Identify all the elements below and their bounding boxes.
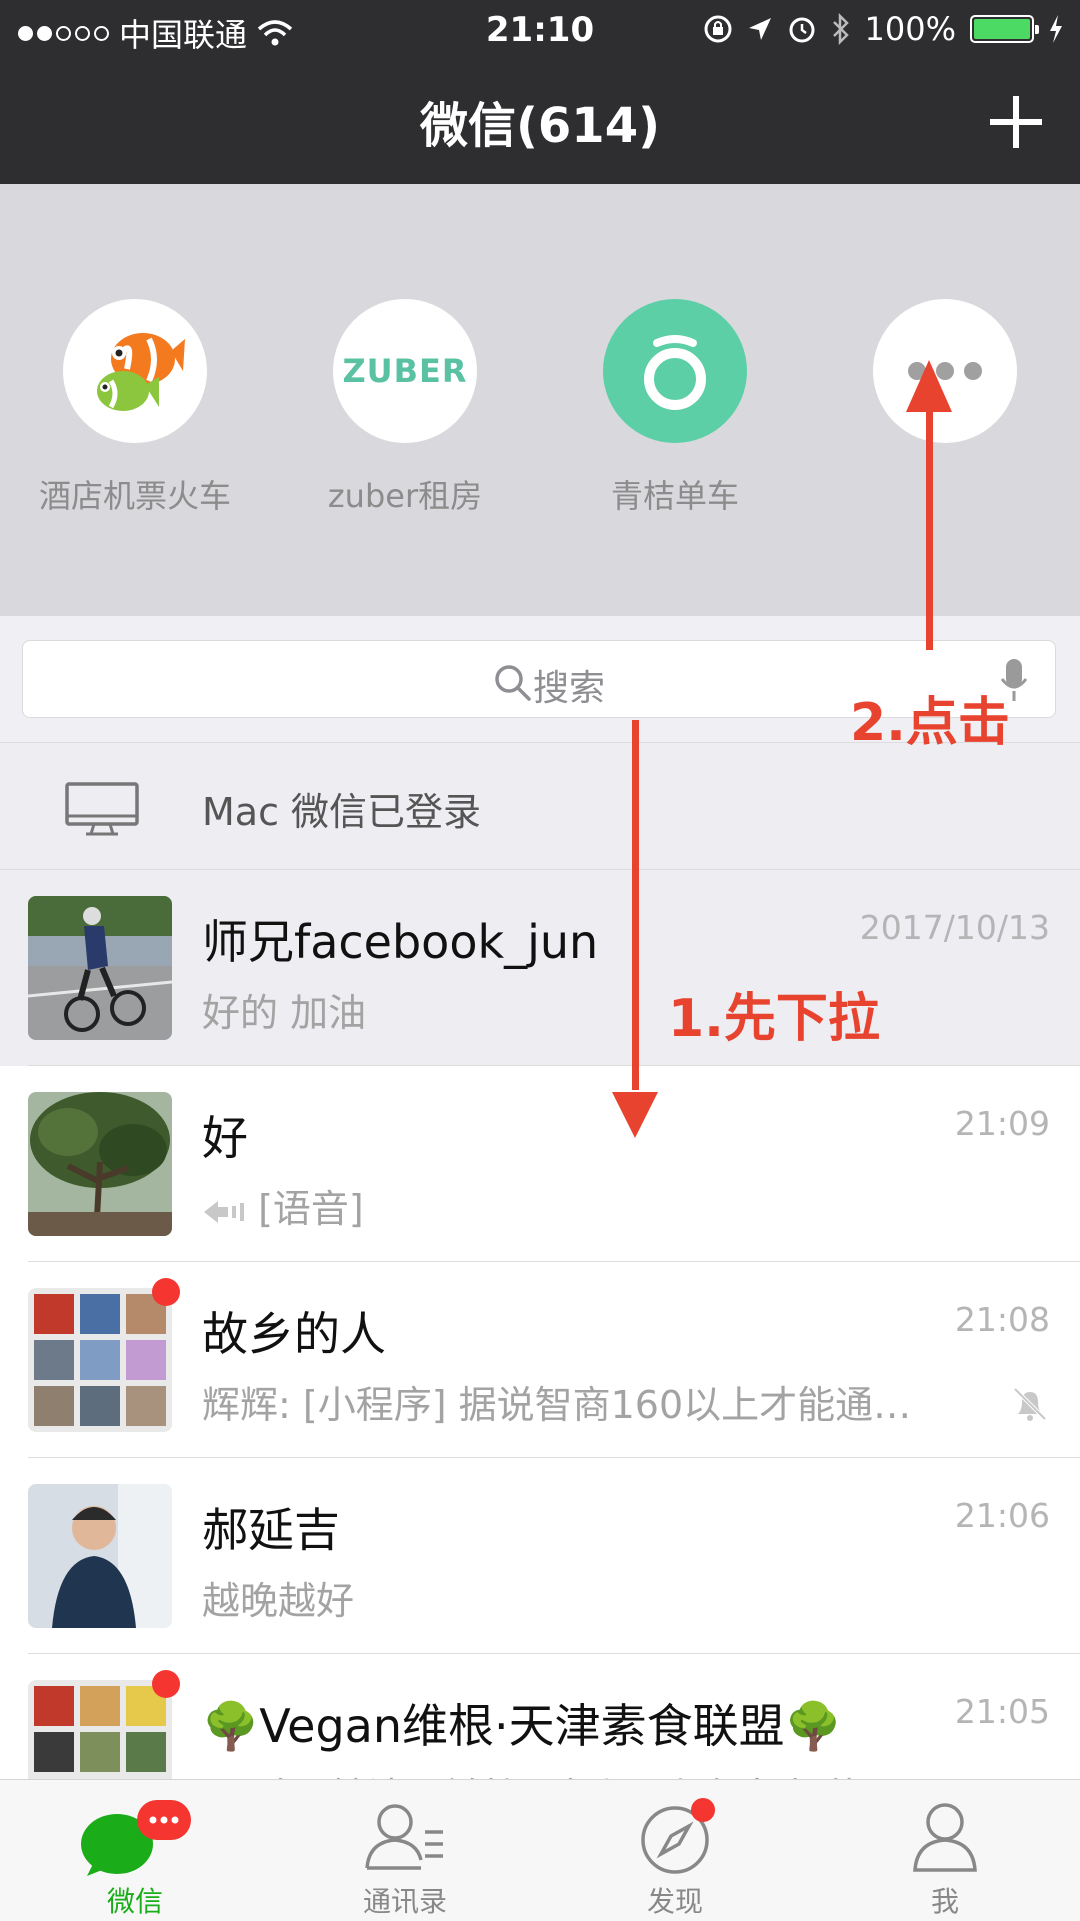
- compass-icon: [641, 1798, 715, 1874]
- page-title: 微信(614): [419, 98, 661, 154]
- unread-dot: [152, 1670, 180, 1698]
- mini-program-label: zuber租房: [327, 477, 483, 515]
- chat-row[interactable]: 故乡的人 辉辉: [小程序] 据说智商160以上才能通… 21:08: [0, 1262, 1080, 1458]
- unread-dot: [152, 1278, 180, 1306]
- chat-time: 21:05: [954, 1692, 1050, 1731]
- mini-program-qingju[interactable]: 青桔单车: [550, 299, 800, 517]
- chat-name: 郝延吉: [202, 1503, 340, 1557]
- zuber-logo-text: ZUBER: [342, 352, 468, 390]
- avatar: [28, 1484, 172, 1628]
- mac-login-text: Mac 微信已登录: [202, 790, 482, 834]
- tab-label: 我: [930, 1885, 959, 1918]
- arrow-down-annotation: [612, 720, 658, 1138]
- tree-emoji-icon: 🌳: [202, 1699, 260, 1753]
- contacts-icon: [365, 1804, 443, 1870]
- zuber-logo: ZUBER: [333, 299, 477, 443]
- chat-preview-text: [语音]: [258, 1187, 364, 1231]
- chat-time: 2017/10/13: [859, 908, 1050, 947]
- avatar: [28, 1092, 172, 1236]
- chat-name: 故乡的人: [202, 1307, 386, 1361]
- tab-label: 发现: [646, 1885, 703, 1918]
- chat-name-text: Vegan维根·天津素食联盟: [259, 1699, 785, 1753]
- tree-emoji-icon: 🌳: [784, 1699, 842, 1753]
- voice-message-icon: [204, 1200, 244, 1223]
- chat-time: 21:08: [954, 1300, 1050, 1339]
- mini-program-zuber[interactable]: ZUBER zuber租房: [280, 299, 530, 517]
- tab-me[interactable]: 我: [810, 1780, 1080, 1921]
- bluetooth-icon: [832, 13, 849, 45]
- rotation-lock-icon: [704, 15, 732, 43]
- status-right: 100%: [703, 10, 1064, 48]
- chat-name: 好: [202, 1111, 248, 1165]
- charging-bolt-icon: [1050, 15, 1062, 43]
- chat-row[interactable]: 师兄facebook_jun 好的 加油 2017/10/13: [0, 870, 1080, 1066]
- mini-program-hotel[interactable]: 酒店机票火车: [10, 299, 260, 517]
- tab-discover[interactable]: 发现: [540, 1780, 810, 1921]
- top-bar: 中国联通 21:10 100% 微信(614): [0, 0, 1080, 184]
- chat-row[interactable]: 好 [语音] 21:09: [0, 1066, 1080, 1262]
- mac-login-row[interactable]: Mac 微信已登录: [0, 742, 1080, 870]
- status-bar: 中国联通 21:10 100%: [0, 0, 1080, 60]
- tab-label: 微信: [106, 1885, 163, 1918]
- arrow-up-annotation: [906, 360, 952, 650]
- mini-program-label: 青桔单车: [610, 477, 739, 515]
- tab-contacts[interactable]: 通讯录: [270, 1780, 540, 1921]
- chat-preview: [语音]: [202, 1178, 364, 1233]
- clownfish-icon: [63, 299, 207, 443]
- chat-preview: 越晚越好: [202, 1579, 355, 1623]
- chat-row[interactable]: 郝延吉 越晚越好 21:06: [0, 1458, 1080, 1654]
- location-arrow-icon: [748, 18, 771, 40]
- add-button[interactable]: [988, 94, 1044, 150]
- tab-bar: 微信 通讯录 发现 我: [0, 1779, 1080, 1921]
- tab-label: 通讯录: [362, 1885, 447, 1918]
- chat-bubble-icon: [81, 1800, 191, 1876]
- qingju-logo: [603, 299, 747, 443]
- annotation-step2: 2.点击: [850, 693, 1010, 753]
- alarm-icon: [789, 17, 815, 43]
- muted-bell-icon: [1013, 1387, 1047, 1421]
- monitor-icon: [65, 782, 139, 836]
- chat-name: 🌳Vegan维根·天津素食联盟🌳: [202, 1690, 842, 1756]
- tab-wechat[interactable]: 微信: [0, 1780, 270, 1921]
- chat-name: 师兄facebook_jun: [202, 915, 599, 969]
- chat-preview: 辉辉: [小程序] 据说智商160以上才能通…: [202, 1383, 912, 1427]
- mini-program-label: 酒店机票火车: [38, 477, 231, 515]
- annotation-step1: 1.先下拉: [668, 989, 880, 1049]
- battery-percent: 100%: [864, 10, 956, 48]
- avatar: [28, 1288, 172, 1432]
- chat-time: 21:06: [954, 1496, 1050, 1535]
- avatar: [28, 896, 172, 1040]
- chat-time: 21:09: [954, 1104, 1050, 1143]
- chat-preview: 好的 加油: [202, 991, 367, 1035]
- person-icon: [913, 1803, 977, 1872]
- battery-icon: [970, 15, 1039, 43]
